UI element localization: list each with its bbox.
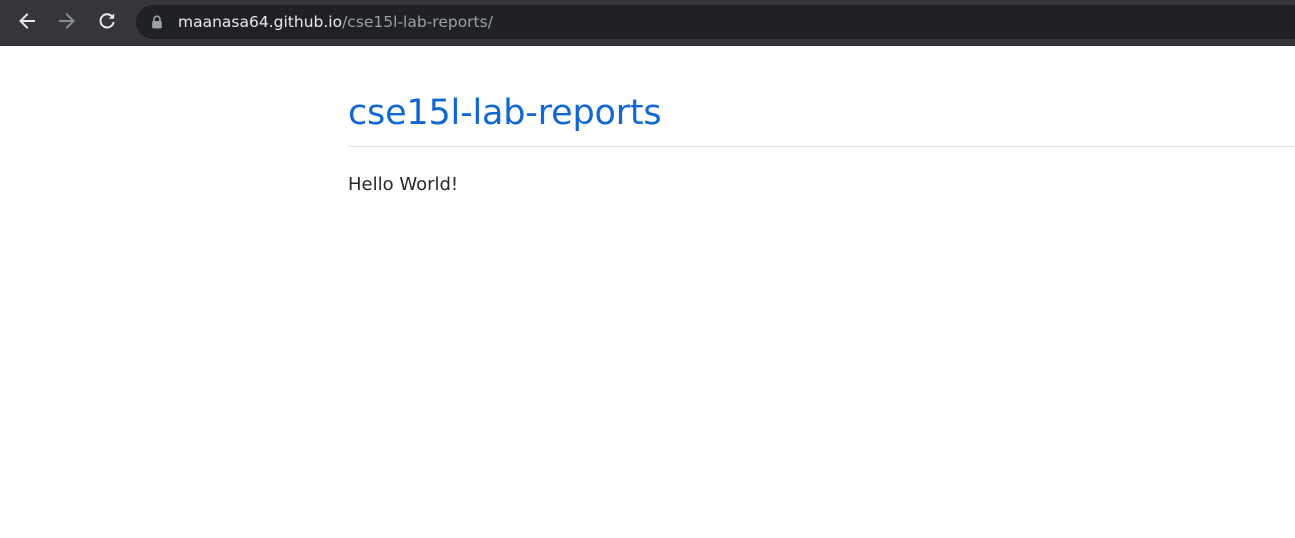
arrow-right-icon xyxy=(59,13,75,29)
url-path: /cse15l-lab-reports/ xyxy=(342,13,493,31)
forward-button[interactable] xyxy=(49,3,85,39)
browser-toolbar: maanasa64.github.io/cse15l-lab-reports/ xyxy=(0,0,1295,46)
page-content: cse15l-lab-reports Hello World! xyxy=(348,46,1295,197)
reload-icon xyxy=(99,13,115,29)
url-text[interactable]: maanasa64.github.io/cse15l-lab-reports/ xyxy=(178,13,493,31)
url-host: maanasa64.github.io xyxy=(178,13,343,31)
arrow-left-icon xyxy=(19,13,35,29)
reload-button[interactable] xyxy=(89,3,125,39)
page-title[interactable]: cse15l-lab-reports xyxy=(348,46,1295,136)
address-bar[interactable]: maanasa64.github.io/cse15l-lab-reports/ xyxy=(136,5,1295,39)
body-text: Hello World! xyxy=(348,174,459,195)
back-button[interactable] xyxy=(9,3,45,39)
lock-icon xyxy=(152,15,162,29)
